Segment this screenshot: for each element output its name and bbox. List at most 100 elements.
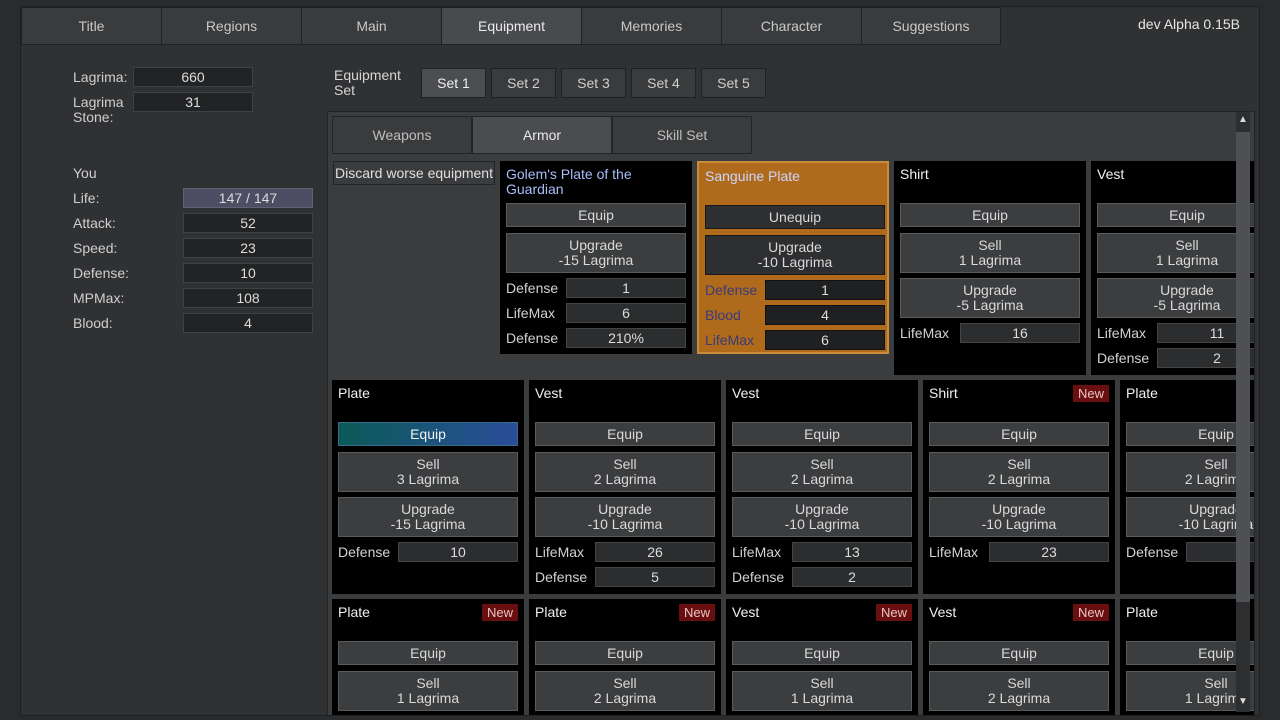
- card-title: Plate: [1126, 604, 1158, 620]
- equipment-set-label-line2: Set: [334, 82, 356, 98]
- lagrima-stone-label-line2: Stone:: [73, 109, 114, 125]
- tab-title[interactable]: Title: [21, 7, 161, 45]
- card-stat-label: Defense: [1126, 544, 1179, 560]
- equipment-card: Vest Equip Sell 1 Lagrima Upgrade -5 Lagrima L…: [1091, 161, 1254, 375]
- card-stat-value: 26: [595, 542, 715, 562]
- equip-button[interactable]: Equip: [535, 641, 715, 665]
- sell-button[interactable]: Sell 2 Lagrima: [535, 671, 715, 711]
- sell-price: 1 Lagrima: [396, 690, 460, 706]
- equip-button[interactable]: Equip: [506, 203, 686, 227]
- upgrade-label: Upgrade: [598, 501, 652, 517]
- scroll-up-icon[interactable]: ▲: [1238, 114, 1248, 125]
- upgrade-cost: -15 Lagrima: [390, 516, 466, 532]
- tab-main[interactable]: Main: [301, 7, 441, 45]
- sell-button[interactable]: Sell 1 Lagrima: [732, 671, 912, 711]
- sell-label: Sell: [978, 237, 1002, 253]
- card-stat-label: Defense: [506, 280, 559, 296]
- card-stat-value: 4: [765, 305, 885, 325]
- equipment-card: Sanguine Plate Unequip Upgrade -10 Lagrima D…: [697, 161, 889, 354]
- card-title: Vest: [732, 385, 760, 401]
- lagrima-stone-label: Lagrima Stone:: [73, 95, 124, 125]
- set-2-button[interactable]: Set 2: [491, 68, 556, 98]
- equip-button[interactable]: Equip: [535, 422, 715, 446]
- sell-price: 1 Lagrima: [958, 252, 1022, 268]
- upgrade-button[interactable]: Upgrade -5 Lagrima: [1097, 278, 1254, 318]
- equipment-card: Golem's Plate of the Guardian Equip Upgrad…: [500, 161, 692, 354]
- sell-label: Sell: [416, 675, 440, 691]
- card-stat-value: 10: [398, 542, 518, 562]
- tab-regions[interactable]: Regions: [161, 7, 301, 45]
- upgrade-button[interactable]: Upgrade -5 Lagrima: [900, 278, 1080, 318]
- equip-button[interactable]: Equip: [929, 641, 1109, 665]
- card-stat-label: LifeMax: [705, 332, 755, 348]
- upgrade-cost: -10 Lagrima: [981, 516, 1057, 532]
- scrollbar[interactable]: ▲ ▼: [1236, 112, 1250, 712]
- upgrade-button[interactable]: Upgrade -15 Lagrima: [506, 233, 686, 273]
- sell-button[interactable]: Sell 2 Lagrima: [535, 452, 715, 492]
- equip-button[interactable]: Equip: [338, 422, 518, 446]
- upgrade-button[interactable]: Upgrade -10 Lagrima: [929, 497, 1109, 537]
- upgrade-cost: -15 Lagrima: [558, 252, 634, 268]
- equipment-card: Vest New Equip Sell 1 Lagrima: [726, 599, 918, 715]
- scroll-down-icon[interactable]: ▼: [1238, 696, 1248, 707]
- upgrade-button[interactable]: Upgrade -10 Lagrima: [732, 497, 912, 537]
- card-title: Plate: [1126, 385, 1158, 401]
- upgrade-label: Upgrade: [1160, 282, 1214, 298]
- sell-price: 2 Lagrima: [593, 690, 657, 706]
- sell-button[interactable]: Sell 1 Lagrima: [1097, 233, 1254, 273]
- equip-button[interactable]: Equip: [338, 641, 518, 665]
- card-stat-label: Defense: [506, 330, 559, 346]
- sell-label: Sell: [1175, 237, 1199, 253]
- subtab-weapons[interactable]: Weapons: [332, 116, 472, 154]
- equipment-card: Plate Equip Sell 2 Lagrima Upgrade -10 Lagrim…: [1120, 380, 1254, 594]
- upgrade-button[interactable]: Upgrade -10 Lagrima: [705, 235, 885, 275]
- tab-equipment[interactable]: Equipment: [441, 7, 581, 45]
- set-5-button[interactable]: Set 5: [701, 68, 766, 98]
- subtab-armor[interactable]: Armor: [472, 116, 612, 154]
- card-title: Vest: [535, 385, 563, 401]
- equip-button[interactable]: Equip: [732, 422, 912, 446]
- set-3-button[interactable]: Set 3: [561, 68, 626, 98]
- sell-button[interactable]: Sell 2 Lagrima: [929, 671, 1109, 711]
- you-heading: You: [73, 165, 97, 181]
- you-stat-value: 52: [183, 213, 313, 233]
- tab-suggestions[interactable]: Suggestions: [861, 7, 1001, 45]
- set-1-button[interactable]: Set 1: [421, 68, 486, 98]
- card-stat-label: Defense: [705, 282, 758, 298]
- sell-button[interactable]: Sell 1 Lagrima: [338, 671, 518, 711]
- equip-button[interactable]: Equip: [900, 203, 1080, 227]
- upgrade-button[interactable]: Upgrade -10 Lagrima: [535, 497, 715, 537]
- subtab-skill-set[interactable]: Skill Set: [612, 116, 752, 154]
- card-stat-label: Defense: [338, 544, 391, 560]
- upgrade-label: Upgrade: [569, 237, 623, 253]
- sell-button[interactable]: Sell 3 Lagrima: [338, 452, 518, 492]
- new-badge: New: [875, 604, 912, 621]
- lagrima-value: 660: [133, 67, 253, 87]
- sell-price: 2 Lagrima: [593, 471, 657, 487]
- sell-button[interactable]: Sell 2 Lagrima: [732, 452, 912, 492]
- sell-button[interactable]: Sell 2 Lagrima: [929, 452, 1109, 492]
- discard-worse-button[interactable]: Discard worse equipment: [333, 161, 495, 185]
- tab-character[interactable]: Character: [721, 7, 861, 45]
- card-stat-value: 23: [989, 542, 1109, 562]
- tab-memories[interactable]: Memories: [581, 7, 721, 45]
- upgrade-cost: -10 Lagrima: [784, 516, 860, 532]
- sell-price: 2 Lagrima: [790, 471, 854, 487]
- equip-button[interactable]: Equip: [929, 422, 1109, 446]
- game-window: Title Regions Main Equipment Memories Ch…: [20, 6, 1260, 716]
- unequip-button[interactable]: Unequip: [705, 205, 885, 229]
- card-title: Plate: [338, 385, 370, 401]
- equip-button[interactable]: Equip: [732, 641, 912, 665]
- equip-button[interactable]: Equip: [1097, 203, 1254, 227]
- equipment-set-label-line1: Equipment: [334, 67, 401, 83]
- set-4-button[interactable]: Set 4: [631, 68, 696, 98]
- upgrade-label: Upgrade: [795, 501, 849, 517]
- upgrade-label: Upgrade: [401, 501, 455, 517]
- upgrade-button[interactable]: Upgrade -15 Lagrima: [338, 497, 518, 537]
- sell-price: 1 Lagrima: [1155, 252, 1219, 268]
- card-stat-label: Defense: [732, 569, 785, 585]
- sell-button[interactable]: Sell 1 Lagrima: [900, 233, 1080, 273]
- sell-label: Sell: [613, 456, 637, 472]
- scrollbar-thumb[interactable]: [1236, 132, 1250, 602]
- upgrade-cost: -10 Lagrima: [587, 516, 663, 532]
